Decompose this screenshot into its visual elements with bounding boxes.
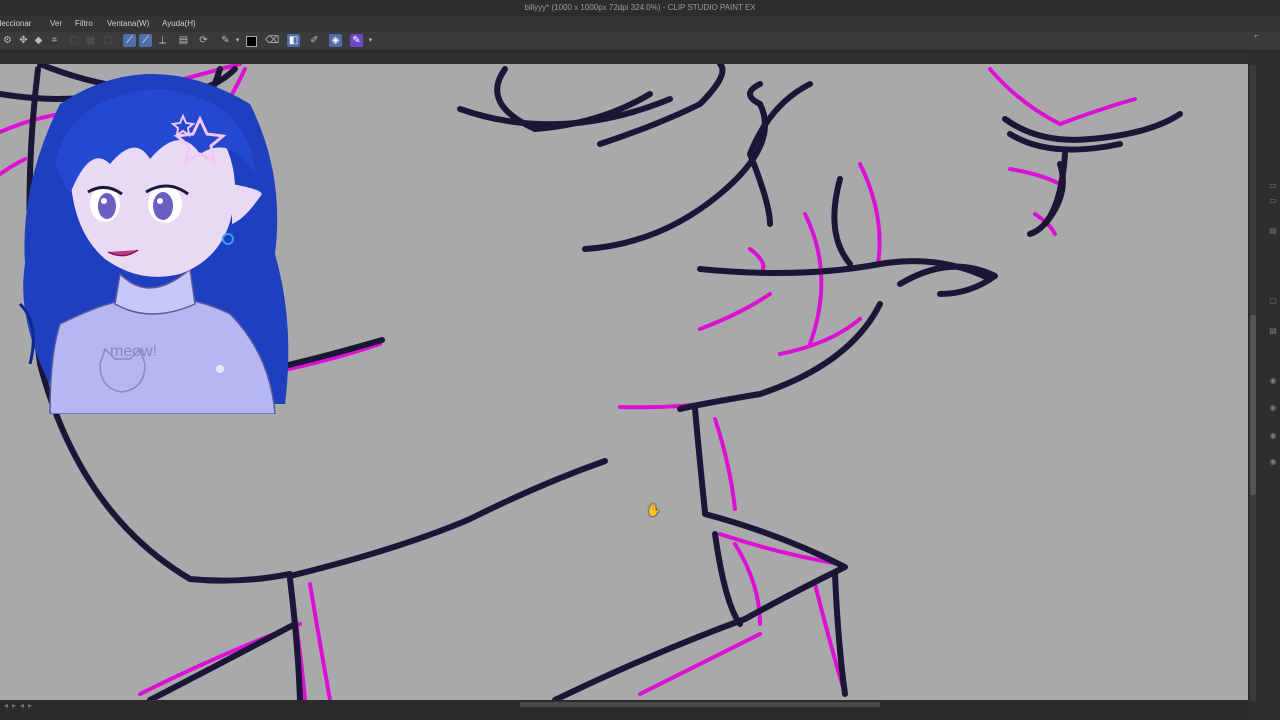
eye-icon[interactable]: ◉ bbox=[1268, 376, 1278, 386]
gradient-icon[interactable]: ◧ bbox=[287, 34, 300, 47]
window-title-bar: billyyy* (1000 x 1000px 72dpi 324.0%) - … bbox=[0, 0, 1280, 16]
ruler-icon[interactable]: ⟂ bbox=[156, 34, 169, 47]
menu-item-view[interactable]: Ver bbox=[47, 16, 65, 32]
panel-icon[interactable]: ▭ bbox=[1268, 181, 1278, 191]
menu-item-filter[interactable]: Filtro bbox=[72, 16, 96, 32]
pen-active-icon[interactable]: ⟋ bbox=[123, 34, 136, 47]
panel-icon[interactable]: ▤ bbox=[1268, 326, 1278, 336]
frame-icon[interactable]: ▢ bbox=[102, 34, 115, 47]
hand-cursor-icon: ✋ bbox=[646, 503, 661, 517]
command-bar: ⚙ ✥ ◆ ⌗ ▢ ▦ ▢ ⟋ ⟋ ⟂ ▤ ⟳ ✎ ▾ ⌫ ◧ ✐ ◈ ✎ ▾ … bbox=[0, 32, 1280, 51]
canvas-tab-strip bbox=[0, 51, 1250, 64]
color-swatch[interactable] bbox=[246, 36, 257, 47]
window-title: billyyy* (1000 x 1000px 72dpi 324.0%) - … bbox=[524, 3, 756, 12]
menu-bar: eleccionar Ver Filtro Ventana(W) Ayuda(H… bbox=[0, 16, 1280, 32]
eraser-icon[interactable]: ⌫ bbox=[265, 34, 279, 47]
sweater-text: meow! bbox=[110, 343, 157, 360]
panel-icon[interactable]: ▭ bbox=[1268, 196, 1278, 206]
status-bar: ◂▸◂▸ bbox=[0, 700, 1248, 720]
select-icon[interactable]: ⚙ bbox=[1, 34, 14, 47]
menu-item-help[interactable]: Ayuda(H) bbox=[159, 16, 199, 32]
vertical-scroll-thumb[interactable] bbox=[1250, 315, 1256, 495]
vector-icon[interactable]: ✎ bbox=[350, 34, 363, 47]
eyedropper-icon[interactable]: ✐ bbox=[308, 34, 321, 47]
layer-settings-icon[interactable]: ⟳ bbox=[197, 34, 210, 47]
horizontal-scrollbar[interactable] bbox=[520, 702, 880, 707]
eye-icon[interactable]: ◉ bbox=[1268, 457, 1278, 467]
navigation-controls[interactable]: ◂▸◂▸ bbox=[4, 701, 36, 710]
eye-icon[interactable]: ◉ bbox=[1268, 403, 1278, 413]
right-panel-strip: ▭ ▭ ▤ ▢ ▤ ◉ ◉ ◉ ◉ bbox=[1248, 51, 1280, 720]
drawing-canvas[interactable]: meow! bbox=[0, 64, 1248, 700]
panel-icon[interactable]: ▢ bbox=[1268, 296, 1278, 306]
streamer-avatar: meow! bbox=[18, 74, 289, 414]
chevron-down-icon[interactable]: ▾ bbox=[231, 34, 244, 47]
collapse-icon[interactable]: ⌜ bbox=[1254, 34, 1258, 45]
menu-item-select[interactable]: eleccionar bbox=[0, 16, 34, 32]
chevron-down-icon[interactable]: ▾ bbox=[364, 34, 377, 47]
eye-icon[interactable]: ◉ bbox=[1268, 431, 1278, 441]
layer-icon[interactable]: ▤ bbox=[177, 34, 190, 47]
shape-icon[interactable]: ▢ bbox=[68, 34, 81, 47]
pen-alt-active-icon[interactable]: ⟋ bbox=[139, 34, 152, 47]
move-icon[interactable]: ✥ bbox=[17, 34, 30, 47]
panel-icon[interactable]: ▤ bbox=[1268, 226, 1278, 236]
smudge-icon[interactable]: ◈ bbox=[329, 34, 342, 47]
transform-icon[interactable]: ◆ bbox=[32, 34, 45, 47]
menu-item-window[interactable]: Ventana(W) bbox=[104, 16, 152, 32]
fill-icon[interactable]: ▦ bbox=[84, 34, 97, 47]
crop-icon[interactable]: ⌗ bbox=[48, 34, 61, 47]
